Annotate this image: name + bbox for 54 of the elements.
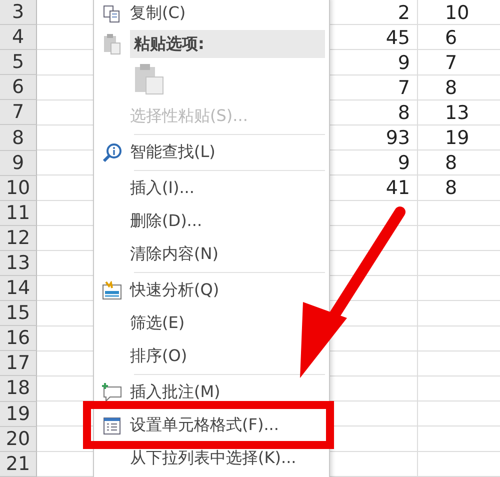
row-header[interactable]: 14 [0, 276, 37, 302]
row-header[interactable]: 6 [0, 75, 37, 100]
search-icon [102, 142, 122, 162]
row-header[interactable]: 10 [0, 176, 37, 201]
paste-icon[interactable] [134, 63, 164, 95]
row-header[interactable]: 11 [0, 200, 37, 226]
table-cell: 19 [445, 127, 470, 150]
quick-analysis-icon [102, 280, 122, 300]
row-header[interactable]: 7 [0, 100, 37, 126]
table-cell: 9 [398, 52, 410, 74]
table-cell: 45 [386, 26, 410, 49]
menu-item[interactable]: 排序(O) [130, 346, 188, 367]
menu-item[interactable]: 设置单元格格式(F)... [130, 415, 279, 436]
table-cell: 7 [445, 52, 458, 74]
table-cell: 6 [445, 26, 458, 49]
row-header[interactable]: 20 [0, 426, 37, 452]
menu-item[interactable]: 清除内容(N) [130, 244, 218, 265]
row-header[interactable]: 3 [0, 0, 37, 26]
row-header[interactable]: 13 [0, 250, 37, 276]
table-cell: 93 [386, 127, 410, 150]
table-cell: 2 [398, 2, 410, 24]
menu-item[interactable]: 筛选(E) [130, 313, 185, 334]
new-comment-icon [101, 382, 123, 402]
table-cell: 8 [445, 76, 458, 99]
row-header[interactable]: 17 [0, 351, 37, 376]
table-cell: 8 [398, 102, 410, 124]
menu-item[interactable]: 智能查找(L) [130, 142, 216, 163]
menu-item[interactable]: 复制(C) [130, 3, 186, 24]
menu-item[interactable]: 插入批注(M) [130, 382, 220, 403]
copy-icon [103, 4, 121, 22]
row-header[interactable]: 8 [0, 125, 37, 151]
row-header[interactable]: 21 [0, 452, 37, 477]
table-cell: 9 [398, 152, 410, 174]
row-header[interactable]: 12 [0, 226, 37, 251]
clipboard-icon [103, 33, 121, 55]
table-cell: 13 [445, 102, 470, 124]
row-header[interactable]: 4 [0, 25, 37, 50]
format-cells-icon [103, 416, 121, 434]
row-header[interactable]: 16 [0, 326, 37, 352]
table-cell: 7 [398, 76, 410, 99]
menu-item[interactable]: 插入(I)... [130, 178, 194, 199]
table-cell: 8 [445, 177, 458, 200]
table-cell: 8 [445, 152, 458, 174]
menu-item[interactable]: 快速分析(Q) [130, 280, 220, 301]
row-header[interactable]: 5 [0, 50, 37, 76]
row-header[interactable]: 18 [0, 376, 37, 402]
table-cell: 41 [386, 177, 410, 200]
menu-item[interactable]: 删除(D)... [130, 211, 202, 232]
row-header[interactable]: 15 [0, 301, 37, 326]
table-cell: 10 [445, 2, 470, 24]
row-header[interactable]: 19 [0, 402, 37, 427]
menu-item[interactable]: 从下拉列表中选择(K)... [130, 448, 296, 469]
row-header[interactable]: 9 [0, 150, 37, 176]
menu-section-header: 粘贴选项: [130, 30, 325, 58]
